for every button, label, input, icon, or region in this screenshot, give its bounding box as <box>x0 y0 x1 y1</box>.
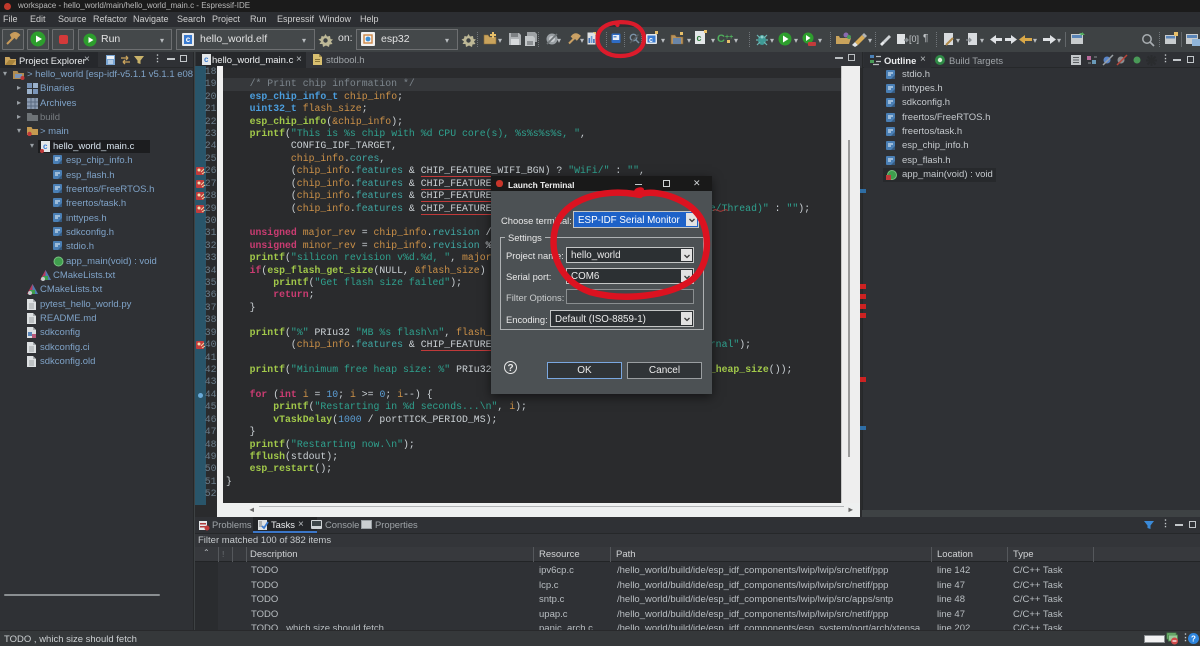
svg-text:c: c <box>43 142 48 151</box>
svg-text:c: c <box>204 55 209 64</box>
svg-text:?: ? <box>1191 635 1196 644</box>
